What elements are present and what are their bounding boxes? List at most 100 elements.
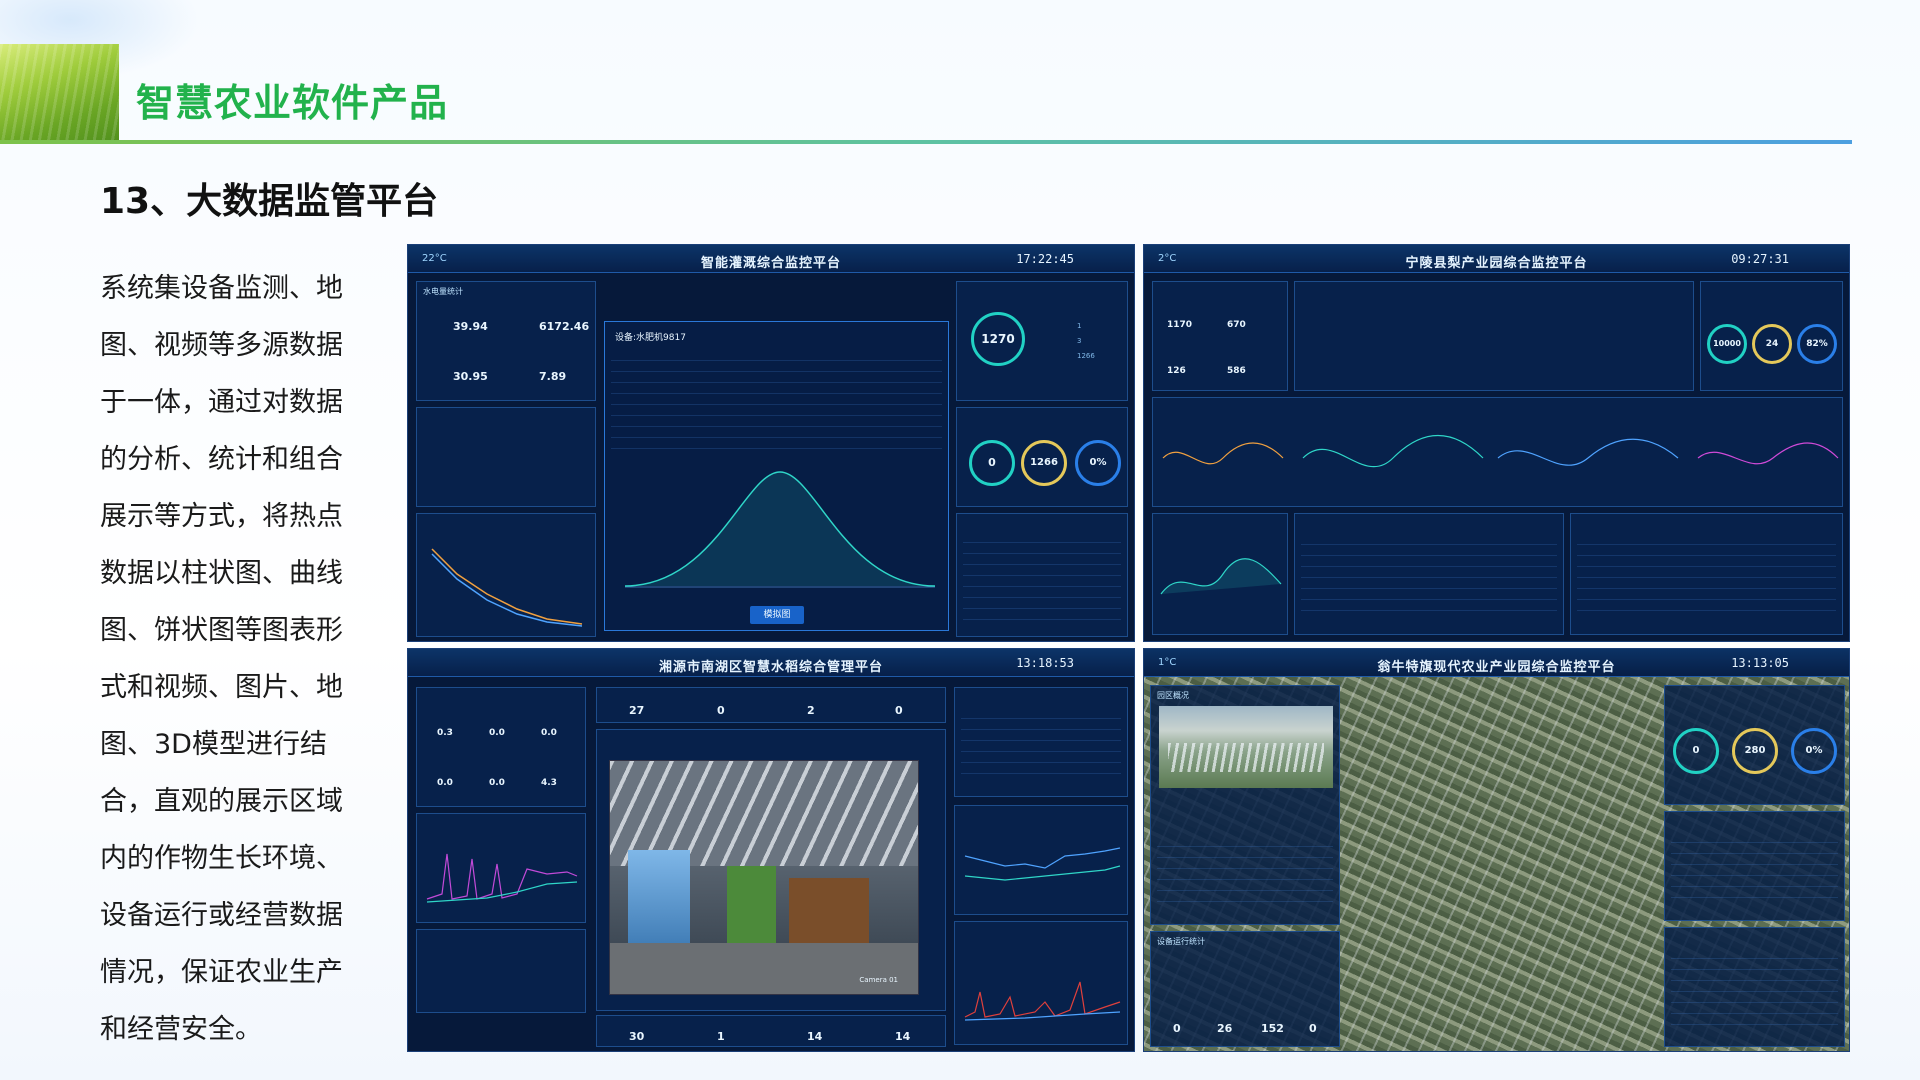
count-value: 14 (807, 1030, 823, 1043)
camera-label: Camera 01 (859, 976, 898, 984)
table-box-a (1294, 513, 1564, 635)
wave-line (1497, 438, 1679, 466)
modal-row (611, 372, 942, 383)
line-chart-box (954, 805, 1128, 915)
event-row (1671, 1014, 1838, 1025)
log-row (963, 609, 1121, 620)
stat-value: 1170 (1167, 320, 1193, 330)
info-rows (961, 708, 1121, 774)
body-line: 和经营安全。 (100, 1014, 262, 1045)
camera-feed[interactable]: Camera 01 (609, 760, 919, 995)
body-line: 图、饼状图等图表形 (100, 615, 343, 646)
slide: 智慧农业软件产品 13、大数据监管平台 系统集设备监测、地 图、视频等多源数据 … (0, 0, 1920, 1080)
log-row (963, 565, 1121, 576)
gauge-stat: 82% (1797, 324, 1837, 364)
modal-row (611, 416, 942, 427)
body-line: 图、3D模型进行结 (100, 729, 327, 760)
ranking-box (416, 407, 596, 507)
table-row (1577, 545, 1836, 556)
sensor-value: 0.0 (489, 778, 505, 788)
table-rows (1577, 534, 1836, 611)
body-line: 的分析、统计和组合 (100, 444, 343, 475)
ranking-row (1671, 865, 1838, 876)
table-row (1577, 534, 1836, 545)
log-row (963, 532, 1121, 543)
table-row (1301, 556, 1557, 567)
clock-readout: 09:27:31 (1731, 252, 1789, 266)
stat-value: 7.89 (539, 370, 567, 383)
gauge-box: 10000 24 82% (1700, 281, 1843, 391)
wave-charts (1162, 435, 1839, 468)
stat-value: 126 (1167, 366, 1186, 376)
machine-status-box: 0 280 0% (1664, 685, 1845, 805)
gauge-device-total: 1270 (971, 312, 1025, 366)
legend-value: 1266 (1077, 352, 1095, 360)
count-value: 0 (895, 704, 903, 717)
count-strip-bottom: 30 1 14 14 (596, 1015, 946, 1047)
wave-line (1302, 435, 1484, 468)
simulate-button[interactable]: 模拟图 (750, 606, 804, 624)
table-row (1301, 534, 1557, 545)
legend-value: 3 (1077, 337, 1082, 345)
video-box: Camera 01 (596, 729, 946, 1011)
event-box (1664, 927, 1845, 1047)
body-line: 设备运行或经营数据 (100, 900, 343, 931)
ranking-row (1671, 887, 1838, 898)
water-power-box: 水电量统计 39.94 6172.46 30.95 7.89 (416, 281, 596, 401)
count-value: 27 (629, 704, 645, 717)
event-row (1671, 948, 1838, 959)
event-row (1671, 959, 1838, 970)
usage-curve (624, 471, 936, 587)
text-row (1157, 847, 1333, 858)
dashboard-screenshot-rice: 湘源市南湖区智慧水稻综合管理平台 13:18:53 0.3 0.0 0.0 0.… (407, 648, 1135, 1052)
box-label: 园区概况 (1157, 691, 1189, 700)
table-row (1577, 556, 1836, 567)
box-label: 设备运行统计 (1157, 937, 1205, 946)
overview-text (1157, 836, 1333, 902)
event-row (1671, 981, 1838, 992)
count-value: 26 (1217, 1022, 1233, 1035)
small-chart-box (1152, 513, 1288, 635)
body-line: 系统集设备监测、地 (100, 273, 343, 304)
text-row (1157, 891, 1333, 902)
clock-readout: 17:22:45 (1016, 252, 1074, 266)
event-row (1671, 970, 1838, 981)
log-row (963, 576, 1121, 587)
wave-line (1697, 442, 1839, 465)
wave-chart-box (1152, 397, 1843, 507)
device-modal: 设备:水肥机9817 模拟图 (604, 321, 949, 631)
table-row (1301, 600, 1557, 611)
dual-line-chart (964, 847, 1121, 881)
count-value: 0 (717, 704, 725, 717)
series-line (964, 847, 1121, 869)
table-row (1577, 567, 1836, 578)
sensor-value: 0.3 (437, 728, 453, 738)
ranking-rows (1671, 832, 1838, 898)
video-machine (727, 865, 777, 948)
modal-title: 设备:水肥机9817 (615, 333, 686, 343)
table-rows (1301, 534, 1557, 611)
modal-row (611, 438, 942, 449)
count-strip-top: 27 0 2 0 (596, 687, 946, 723)
gauge-status: 0 (1673, 728, 1719, 774)
stat-value: 39.94 (453, 320, 488, 333)
table-box-b (1570, 513, 1843, 635)
dashboard-header: 1°C 翁牛特旗现代农业产业园综合监控平台 13:13:05 (1144, 649, 1849, 677)
stat-value: 30.95 (453, 370, 488, 383)
body-line: 情况，保证农业生产 (100, 957, 343, 988)
gauge-status: 280 (1732, 728, 1778, 774)
clock-readout: 13:13:05 (1731, 656, 1789, 670)
usage-bell-chart (624, 471, 936, 588)
body-line: 内的作物生长环境、 (100, 843, 343, 874)
info-row (961, 752, 1121, 763)
sensor-value: 4.3 (541, 778, 557, 788)
red-chart-box (954, 921, 1128, 1045)
video-machine (788, 877, 869, 943)
text-row (1157, 869, 1333, 880)
spike-chart (964, 981, 1121, 1021)
log-row (963, 587, 1121, 598)
ranking-row (1671, 854, 1838, 865)
table-row (1577, 589, 1836, 600)
table-row (1577, 600, 1836, 611)
modal-rows (611, 350, 942, 449)
